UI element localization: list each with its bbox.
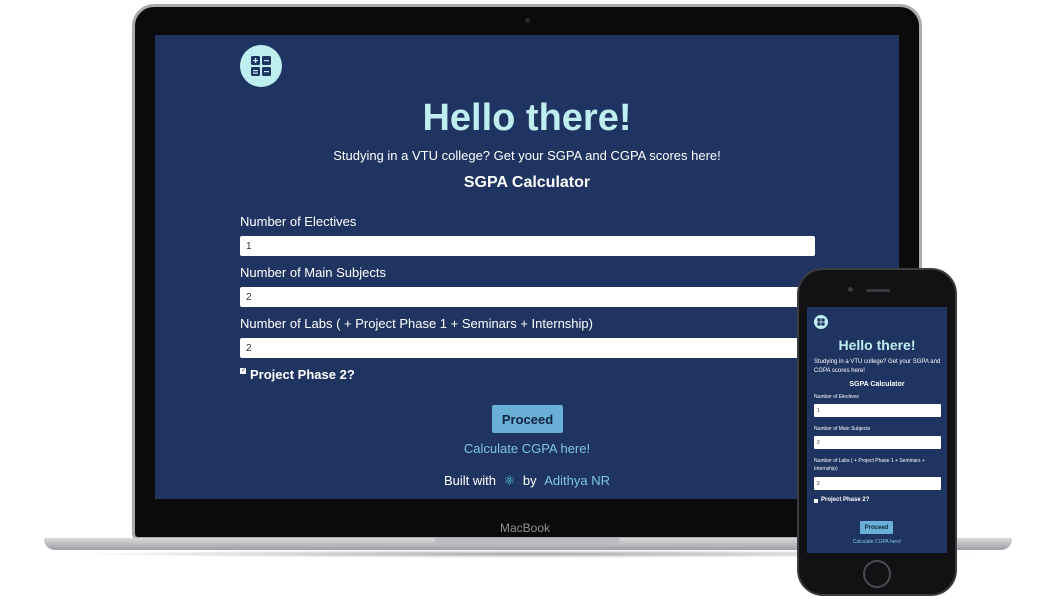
page-title: Hello there!	[422, 97, 632, 139]
laptop-brand-label: MacBook	[499, 521, 551, 535]
project-phase-2-label: Project Phase 2?	[250, 367, 355, 382]
phone-main-subjects-label: Number of Main Subjects	[814, 426, 871, 432]
labs-label: Number of Labs ( + Project Phase 1 + Sem…	[240, 316, 593, 331]
calculate-cgpa-link-text[interactable]: Calculate CGPA here!	[464, 441, 590, 456]
main-subjects-label: Number of Main Subjects	[240, 265, 386, 280]
phone-electives-input[interactable]	[814, 404, 941, 417]
phone-proceed-button[interactable]: Proceed	[860, 521, 893, 534]
phone-screen: Hello there! Studying in a VTU college? …	[807, 307, 947, 553]
phone-project-phase-2-label: Project Phase 2?	[821, 497, 870, 503]
calculate-cgpa-link[interactable]: Calculate CGPA here!	[155, 441, 899, 456]
calculator-logo-icon[interactable]	[240, 45, 282, 87]
phone-calculate-cgpa-link[interactable]: Calculate CGPA here!	[807, 539, 947, 545]
phone-speaker	[866, 289, 890, 292]
footer-by: by	[522, 473, 537, 488]
main-subjects-input[interactable]	[240, 287, 815, 307]
phone-page-subtitle: Studying in a VTU college? Get your SGPA…	[814, 359, 941, 374]
project-phase-2-checkbox[interactable]: ✓	[240, 368, 246, 374]
phone-main-subjects-input[interactable]	[814, 436, 941, 449]
author-link[interactable]: Adithya NR	[544, 473, 610, 488]
react-icon: ⚛	[503, 473, 516, 488]
phone-electives-label: Number of Electives	[814, 394, 859, 400]
calculator-heading: SGPA Calculator	[463, 174, 591, 191]
phone-page-title: Hello there!	[838, 337, 916, 353]
page-subtitle: Studying in a VTU college? Get your SGPA…	[333, 148, 721, 163]
phone-labs-input[interactable]	[814, 477, 941, 490]
phone-labs-label: Number of Labs ( + Project Phase 1 + Sem…	[814, 458, 925, 472]
phone-home-button[interactable]	[863, 560, 891, 588]
phone-calculator-logo-icon[interactable]	[814, 315, 828, 329]
footer: Built with ⚛ by Adithya NR	[155, 473, 899, 489]
electives-input[interactable]	[240, 236, 815, 256]
phone-camera	[848, 287, 853, 292]
labs-input[interactable]	[240, 338, 815, 358]
laptop-screen: Hello there! Studying in a VTU college? …	[155, 35, 899, 499]
electives-label: Number of Electives	[240, 214, 357, 229]
phone-calculator-heading: SGPA Calculator	[849, 381, 905, 388]
footer-built-with: Built with	[443, 473, 496, 488]
laptop-camera	[525, 18, 530, 23]
proceed-button[interactable]: Proceed	[492, 405, 563, 433]
laptop-notch	[435, 538, 620, 544]
phone-project-phase-2-checkbox[interactable]	[814, 499, 818, 503]
